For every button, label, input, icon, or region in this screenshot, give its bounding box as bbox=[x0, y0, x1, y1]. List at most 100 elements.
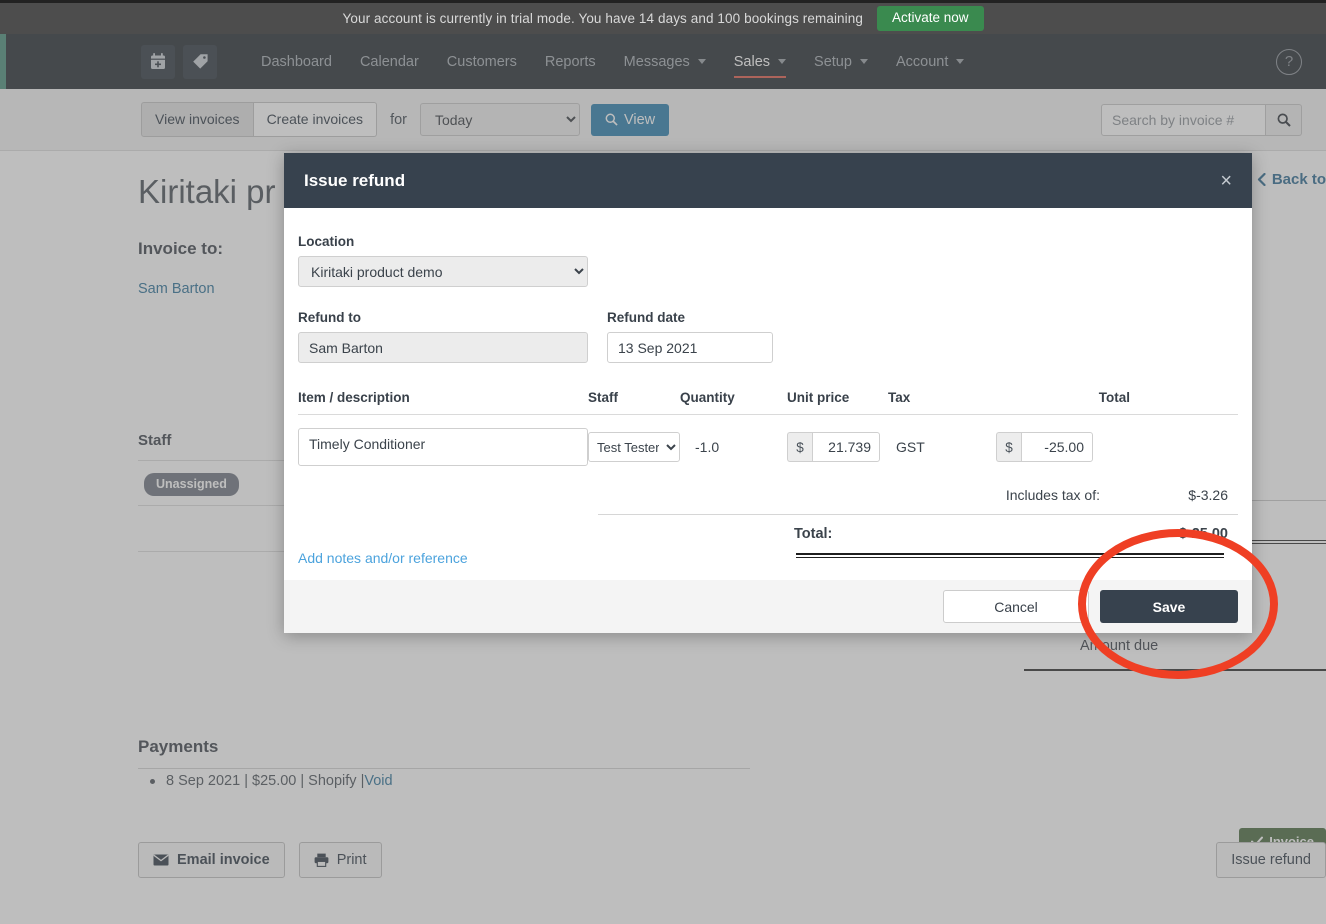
top-navigation: Dashboard Calendar Customers Reports Mes… bbox=[0, 34, 1326, 89]
modal-footer: Cancel Save bbox=[284, 580, 1252, 633]
invoice-actions: Email invoice Print bbox=[138, 842, 382, 878]
active-tab-underline bbox=[733, 76, 787, 78]
currency-symbol: $ bbox=[996, 432, 1021, 462]
email-invoice-button[interactable]: Email invoice bbox=[138, 842, 285, 878]
nav-item-label: Customers bbox=[446, 53, 517, 70]
search-icon bbox=[1277, 113, 1291, 127]
divider bbox=[138, 768, 750, 769]
location-label: Location bbox=[298, 234, 355, 249]
refund-to-field: Refund to bbox=[298, 310, 588, 363]
view-invoices-button[interactable]: View invoices bbox=[141, 102, 254, 137]
refund-date-input[interactable] bbox=[607, 332, 773, 363]
nav-item-customers[interactable]: Customers bbox=[433, 34, 531, 89]
search-submit-button[interactable] bbox=[1266, 103, 1302, 136]
help-icon[interactable]: ? bbox=[1276, 48, 1302, 75]
column-header-tax: Tax bbox=[888, 390, 911, 405]
print-label: Print bbox=[336, 852, 367, 868]
bullet-icon bbox=[150, 778, 155, 784]
column-header-total: Total bbox=[1098, 390, 1130, 405]
nav-item-setup[interactable]: Setup bbox=[800, 34, 882, 89]
item-description-input[interactable]: Timely Conditioner bbox=[298, 428, 588, 466]
column-header-staff: Staff bbox=[588, 390, 618, 405]
activate-now-button[interactable]: Activate now bbox=[876, 6, 984, 31]
amount-due-label: Amount due bbox=[1080, 638, 1159, 654]
nav-item-messages[interactable]: Messages bbox=[610, 34, 720, 89]
chevron-left-icon bbox=[1257, 173, 1266, 186]
includes-tax-value: $-3.26 bbox=[1188, 487, 1228, 503]
column-header-quantity: Quantity bbox=[680, 390, 735, 405]
create-invoices-button[interactable]: Create invoices bbox=[253, 102, 378, 137]
nav-item-reports[interactable]: Reports bbox=[531, 34, 610, 89]
nav-item-label: Dashboard bbox=[261, 53, 332, 70]
refund-date-field: Refund date bbox=[607, 310, 773, 363]
modal-header: Issue refund × bbox=[284, 153, 1252, 208]
table-header-row: Item / description Staff Quantity Unit p… bbox=[298, 390, 1238, 415]
view-button[interactable]: View bbox=[590, 103, 670, 136]
back-link-label: Back to bbox=[1271, 171, 1326, 188]
nav-icon-group bbox=[141, 44, 217, 79]
email-invoice-label: Email invoice bbox=[177, 852, 270, 868]
trial-banner: Your account is currently in trial mode.… bbox=[0, 3, 1326, 34]
nav-item-label: Setup bbox=[814, 53, 852, 70]
line-total-input[interactable] bbox=[1021, 432, 1093, 462]
nav-item-dashboard[interactable]: Dashboard bbox=[247, 34, 346, 89]
close-icon[interactable]: × bbox=[1220, 171, 1232, 191]
unit-price-input[interactable] bbox=[812, 432, 880, 462]
search-input[interactable] bbox=[1101, 103, 1266, 136]
save-button[interactable]: Save bbox=[1100, 590, 1238, 623]
view-button-label: View bbox=[623, 111, 656, 128]
search-icon bbox=[605, 113, 618, 126]
staff-column-heading: Staff bbox=[138, 432, 172, 449]
column-header-item: Item / description bbox=[298, 390, 410, 405]
location-select[interactable]: Kiritaki product demo bbox=[298, 256, 588, 287]
refund-to-input[interactable] bbox=[298, 332, 588, 363]
nav-item-calendar[interactable]: Calendar bbox=[346, 34, 433, 89]
divider bbox=[1024, 669, 1326, 671]
customer-link[interactable]: Sam Barton bbox=[138, 281, 215, 297]
nav-item-label: Account bbox=[895, 53, 949, 70]
calendar-plus-icon[interactable] bbox=[141, 44, 175, 79]
includes-tax-row: Includes tax of: $-3.26 bbox=[298, 476, 1238, 514]
column-header-unit-price: Unit price bbox=[787, 390, 850, 405]
app-root: Your account is currently in trial mode.… bbox=[0, 0, 1326, 924]
total-field: $ bbox=[996, 432, 1093, 462]
total-row: Total: $-25.00 bbox=[298, 515, 1238, 553]
divider bbox=[796, 556, 1224, 558]
date-range-select[interactable]: Today bbox=[419, 103, 580, 136]
issue-refund-button[interactable]: Issue refund bbox=[1216, 842, 1326, 878]
nav-item-account[interactable]: Account bbox=[882, 34, 978, 89]
unit-price-field: $ bbox=[787, 432, 880, 462]
total-value: $-25.00 bbox=[1178, 526, 1228, 542]
invoice-search bbox=[1101, 103, 1302, 136]
refund-meta-row: Refund to Refund date bbox=[298, 310, 1238, 363]
page-title: Kiritaki pr bbox=[138, 173, 276, 210]
print-button[interactable]: Print bbox=[298, 842, 382, 878]
nav-accent-bar bbox=[0, 34, 6, 89]
nav-item-list: Dashboard Calendar Customers Reports Mes… bbox=[247, 34, 978, 89]
nav-item-label: Calendar bbox=[359, 53, 419, 70]
issue-refund-modal: Issue refund × Location Kiritaki product… bbox=[284, 153, 1252, 633]
modal-body: Location Kiritaki product demo Refund to… bbox=[284, 208, 1252, 580]
cancel-button[interactable]: Cancel bbox=[943, 590, 1089, 623]
staff-select[interactable]: Test Tester bbox=[588, 432, 680, 462]
nav-item-label: Reports bbox=[544, 53, 596, 70]
currency-symbol: $ bbox=[787, 432, 812, 462]
nav-item-sales[interactable]: Sales bbox=[720, 34, 800, 89]
add-notes-link[interactable]: Add notes and/or reference bbox=[298, 550, 468, 566]
void-payment-link[interactable]: Void bbox=[364, 773, 392, 789]
table-row: Timely Conditioner Test Tester -1.0 $ GS… bbox=[298, 415, 1238, 466]
tag-icon[interactable] bbox=[183, 44, 217, 79]
printer-icon bbox=[314, 853, 329, 867]
back-link[interactable]: Back to bbox=[1257, 171, 1326, 188]
refund-line-items-table: Item / description Staff Quantity Unit p… bbox=[298, 390, 1238, 466]
refund-totals: Includes tax of: $-3.26 Total: $-25.00 bbox=[298, 476, 1238, 558]
total-label: Total: bbox=[794, 526, 833, 542]
location-field: Location Kiritaki product demo bbox=[298, 234, 588, 287]
refund-date-label: Refund date bbox=[607, 310, 686, 325]
list-item: 8 Sep 2021 | $25.00 | Shopify | Void bbox=[150, 773, 393, 789]
tax-value: GST bbox=[896, 439, 925, 455]
divider bbox=[796, 553, 1224, 555]
nav-item-label: Messages bbox=[623, 53, 690, 70]
invoice-toolbar: View invoices Create invoices for Today … bbox=[0, 89, 1326, 151]
payment-details: 8 Sep 2021 | $25.00 | Shopify | bbox=[166, 773, 365, 789]
